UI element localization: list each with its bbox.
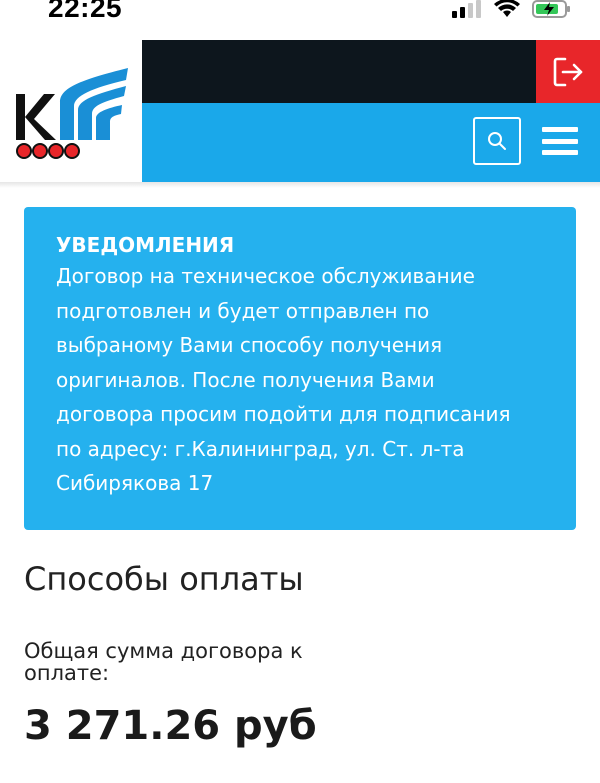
notification-line: Сибирякова 17 xyxy=(56,471,214,495)
notification-line: оригиналов. После получения Вами xyxy=(56,367,435,392)
header-shadow xyxy=(0,182,600,188)
payment-methods-title: Способы оплаты xyxy=(24,560,304,598)
site-header xyxy=(0,40,600,182)
hamburger-menu-button[interactable] xyxy=(542,123,578,159)
notification-panel: УВЕДОМЛЕНИЯ Договор на техническое обслу… xyxy=(24,207,576,530)
search-button[interactable] xyxy=(473,117,521,165)
battery-charging-icon xyxy=(532,0,570,18)
logout-button[interactable] xyxy=(536,40,600,103)
logout-icon xyxy=(553,57,583,86)
notification-line: подготовлен и будет отправлен по xyxy=(56,298,430,323)
menu-line xyxy=(542,150,578,155)
kg-logo-icon xyxy=(16,68,128,159)
total-label-line: оплате: xyxy=(24,661,110,685)
menu-line xyxy=(542,138,578,144)
status-bar: 22:25 xyxy=(0,0,600,40)
total-amount-label: Общая сумма договора к оплате: xyxy=(24,640,384,684)
notification-title: УВЕДОМЛЕНИЯ xyxy=(56,233,235,257)
status-time: 22:25 xyxy=(48,0,123,23)
total-label-line: Общая сумма договора к xyxy=(24,639,303,663)
notification-line: по адресу: г.Калининград, ул. Ст. л-та xyxy=(56,436,465,461)
notification-line: договора просим подойти для подписания xyxy=(56,402,511,426)
notification-text: Договор на техническое обслуживание подг… xyxy=(56,259,544,501)
notification-line: Договор на техническое обслуживание xyxy=(56,264,475,288)
header-top-bar xyxy=(142,40,536,103)
cellular-signal-icon xyxy=(452,0,481,18)
header-nav-bar xyxy=(142,103,600,182)
wifi-icon xyxy=(494,0,520,17)
total-amount-value: 3 271.26 руб xyxy=(24,703,317,749)
menu-line xyxy=(542,127,578,132)
company-logo[interactable] xyxy=(0,40,142,182)
status-icons xyxy=(452,0,572,20)
notification-line: выбраному Вами способу получения xyxy=(56,333,443,357)
search-icon xyxy=(488,132,506,150)
